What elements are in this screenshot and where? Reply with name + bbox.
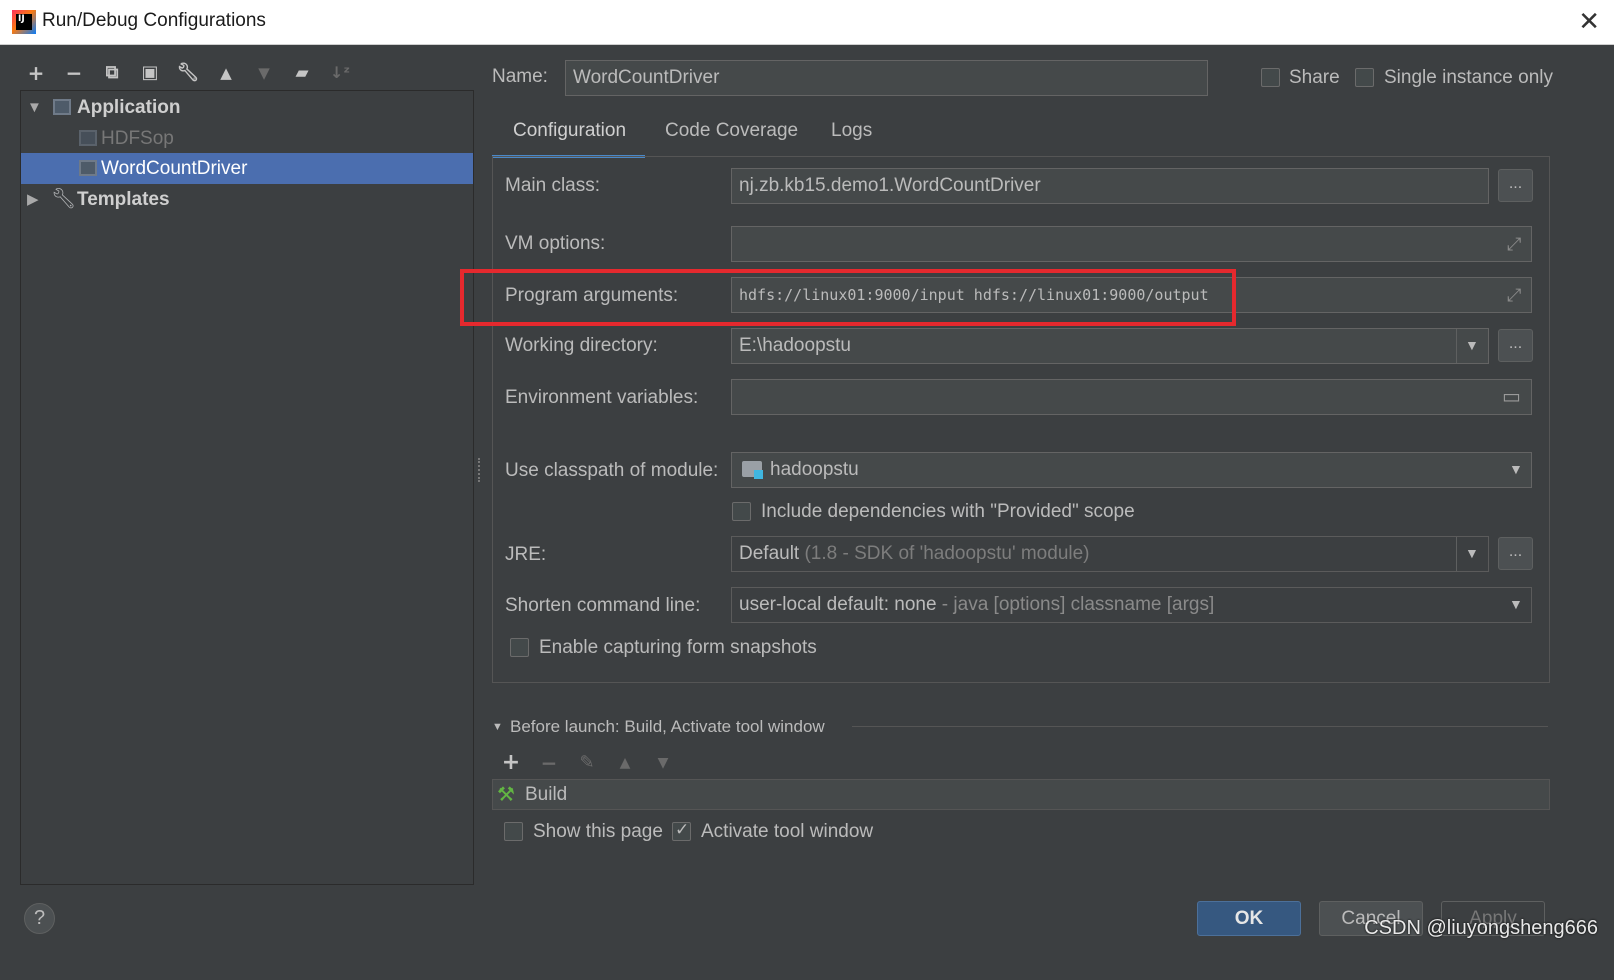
enable-snapshots-label: Enable capturing form snapshots	[539, 637, 817, 658]
title-bar: IJ Run/Debug Configurations ✕	[0, 0, 1614, 45]
configuration-tree: ▼ Application HDFSop WordCountDriver ▶ 🔧…	[20, 90, 474, 885]
arrow-up-icon[interactable]: ▲	[212, 58, 240, 88]
tree-label-hdfsop: HDFSop	[101, 128, 174, 149]
wrench-icon: 🔧︎	[51, 188, 77, 210]
module-badge-icon	[754, 470, 763, 479]
highlight-annotation-box	[460, 269, 1236, 326]
folder-add-icon[interactable]: ▰	[288, 58, 316, 88]
before-launch-divider	[852, 726, 1548, 727]
tree-item-hdfsop[interactable]: HDFSop	[21, 123, 473, 154]
before-launch-list: ⚒ Build	[492, 779, 1550, 810]
expand-triangle-icon[interactable]: ▼	[27, 92, 42, 123]
include-dependencies-checkbox[interactable]	[732, 502, 751, 521]
jre-value: Default	[739, 543, 800, 564]
save-icon[interactable]: ▣	[136, 58, 164, 88]
single-instance-checkbox[interactable]	[1355, 68, 1374, 87]
copy-icon[interactable]: ⧉	[98, 58, 126, 88]
vm-options-label: VM options:	[505, 233, 606, 254]
tab-configuration[interactable]: Configuration	[513, 120, 626, 156]
share-label: Share	[1289, 67, 1340, 88]
application-icon	[53, 99, 71, 115]
minus-icon[interactable]: −	[60, 58, 88, 88]
name-label: Name:	[492, 66, 548, 87]
chevron-down-icon[interactable]: ▼	[1509, 596, 1523, 612]
name-input[interactable]: WordCountDriver	[565, 60, 1208, 96]
chevron-down-icon[interactable]: ▼	[1509, 461, 1523, 477]
tree-item-wordcountdriver[interactable]: WordCountDriver	[21, 153, 473, 184]
single-instance-label: Single instance only	[1384, 67, 1553, 88]
enable-snapshots-checkbox[interactable]	[510, 638, 529, 657]
application-icon	[79, 160, 97, 176]
jre-hint: (1.8 - SDK of 'hadoopstu' module)	[804, 543, 1090, 564]
move-task-down-icon[interactable]: ▼	[649, 748, 677, 778]
sort-az-icon[interactable]: ↓ᶻ	[326, 58, 354, 88]
show-page-label: Show this page	[533, 821, 663, 842]
before-launch-title: Before launch: Build, Activate tool wind…	[510, 717, 825, 736]
environment-variables-input[interactable]	[731, 379, 1532, 415]
main-class-label: Main class:	[505, 175, 601, 196]
working-directory-browse-button[interactable]: ...	[1498, 329, 1533, 362]
intellij-app-icon: IJ	[12, 10, 36, 34]
shorten-value: user-local default: none	[739, 594, 937, 615]
add-task-icon[interactable]: +	[497, 748, 525, 778]
tree-label-wordcountdriver: WordCountDriver	[101, 158, 248, 179]
tab-code-coverage[interactable]: Code Coverage	[665, 120, 798, 156]
shorten-command-line-select[interactable]: user-local default: none - java [options…	[731, 587, 1532, 623]
jre-select[interactable]: Default (1.8 - SDK of 'hadoopstu' module…	[731, 536, 1489, 572]
before-launch-toggle-icon[interactable]: ▼	[492, 721, 503, 733]
watermark: CSDN @liuyongsheng666	[1364, 917, 1598, 939]
folder-open-icon[interactable]: ▭	[1502, 384, 1521, 409]
working-directory-label: Working directory:	[505, 335, 658, 356]
activate-tool-window-checkbox[interactable]	[672, 820, 691, 841]
wrench-icon[interactable]: 🔧︎	[174, 58, 202, 88]
shorten-hint: - java [options] classname [args]	[941, 594, 1215, 615]
environment-variables-label: Environment variables:	[505, 387, 699, 408]
dropdown-separator	[1456, 537, 1457, 571]
main-class-input[interactable]: nj.zb.kb15.demo1.WordCountDriver	[731, 168, 1489, 204]
classpath-module-label: Use classpath of module:	[505, 460, 719, 481]
collapse-triangle-icon[interactable]: ▶	[27, 184, 39, 215]
dropdown-separator	[1456, 329, 1457, 363]
tree-label-application: Application	[77, 97, 181, 118]
list-item-build[interactable]: Build	[525, 784, 567, 806]
move-task-up-icon[interactable]: ▲	[611, 748, 639, 778]
tab-logs[interactable]: Logs	[831, 120, 872, 156]
chevron-down-icon[interactable]: ▼	[1465, 337, 1479, 353]
jre-label: JRE:	[505, 544, 547, 565]
include-dependencies-label: Include dependencies with "Provided" sco…	[761, 501, 1135, 522]
tree-label-templates: Templates	[77, 189, 170, 210]
window-title: Run/Debug Configurations	[42, 10, 266, 31]
jre-browse-button[interactable]: ...	[1498, 537, 1533, 570]
ok-button[interactable]: OK	[1197, 901, 1301, 936]
edit-task-icon[interactable]: ✎	[573, 748, 601, 778]
classpath-module-select[interactable]: hadoopstu	[731, 452, 1532, 488]
close-icon[interactable]: ✕	[1578, 6, 1600, 36]
plus-icon[interactable]: +	[22, 58, 50, 88]
vm-options-input[interactable]	[731, 226, 1532, 262]
shorten-command-line-label: Shorten command line:	[505, 595, 701, 616]
expand-icon[interactable]: ⤢	[1507, 234, 1521, 255]
splitter-handle[interactable]	[478, 458, 482, 482]
working-directory-input[interactable]: E:\hadoopstu	[731, 328, 1489, 364]
application-icon	[79, 130, 97, 146]
expand-icon[interactable]: ⤢	[1507, 285, 1521, 306]
tree-item-application[interactable]: ▼ Application	[21, 92, 473, 123]
remove-task-icon[interactable]: −	[535, 748, 563, 778]
main-class-browse-button[interactable]: ...	[1498, 169, 1533, 202]
hammer-icon: ⚒	[497, 784, 515, 806]
activate-tool-window-label: Activate tool window	[701, 821, 874, 842]
show-page-checkbox[interactable]	[504, 822, 523, 841]
share-checkbox[interactable]	[1261, 68, 1280, 87]
help-icon[interactable]: ?	[24, 903, 55, 934]
tree-item-templates[interactable]: ▶ 🔧︎ Templates	[21, 184, 473, 215]
arrow-down-icon[interactable]: ▼	[250, 58, 278, 88]
chevron-down-icon[interactable]: ▼	[1465, 545, 1479, 561]
